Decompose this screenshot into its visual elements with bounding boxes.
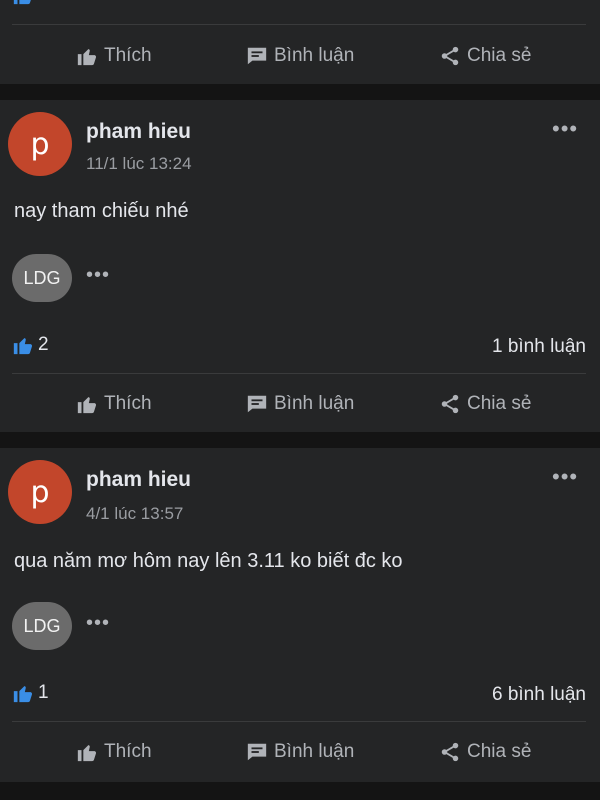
post-card: p pham hieu 11/1 lúc 13:24 ••• nay tham …: [0, 100, 600, 432]
comment-label: Bình luận: [274, 741, 355, 762]
divider: [12, 721, 586, 722]
action-bar: Thích Bình luận Chia sẻ: [0, 36, 600, 76]
like-count: 1: [38, 682, 49, 703]
like-label: Thích: [104, 741, 152, 762]
share-label: Chia sẻ: [467, 45, 532, 66]
avatar[interactable]: p: [8, 112, 72, 176]
avatar[interactable]: p: [8, 460, 72, 524]
post-separator: [0, 432, 600, 448]
share-icon: [441, 46, 459, 66]
like-button[interactable]: Thích: [76, 36, 152, 76]
like-label: Thích: [104, 45, 152, 66]
badge-more-icon[interactable]: •••: [86, 264, 110, 287]
badge-more-icon[interactable]: •••: [86, 612, 110, 635]
post-time[interactable]: 4/1 lúc 13:57: [86, 504, 183, 524]
like-reaction-icon: [13, 686, 33, 703]
speech-bubble-icon: [247, 395, 267, 413]
author-name[interactable]: pham hieu: [86, 120, 191, 144]
more-dots-icon[interactable]: •••: [552, 116, 578, 142]
post-time[interactable]: 11/1 lúc 13:24: [86, 154, 192, 174]
like-count: 2: [38, 0, 49, 6]
author-name[interactable]: pham hieu: [86, 468, 191, 492]
avatar-letter: p: [30, 474, 50, 510]
like-summary[interactable]: 2: [12, 0, 49, 6]
comment-count[interactable]: 1 bình luận: [492, 336, 586, 358]
speech-bubble-icon: [247, 743, 267, 761]
comment-button[interactable]: Bình luận: [246, 384, 354, 424]
share-button[interactable]: Chia sẻ: [439, 732, 531, 772]
like-reaction-icon: [13, 338, 33, 355]
share-button[interactable]: Chia sẻ: [439, 36, 531, 76]
ldg-badge[interactable]: LDG: [12, 254, 72, 302]
thumbs-up-icon: [77, 49, 97, 66]
share-label: Chia sẻ: [467, 741, 532, 762]
comment-button[interactable]: Bình luận: [246, 36, 354, 76]
action-bar: Thích Bình luận Chia sẻ: [0, 732, 600, 772]
like-summary[interactable]: 2: [12, 334, 49, 356]
share-button[interactable]: Chia sẻ: [439, 384, 531, 424]
comment-label: Bình luận: [274, 393, 355, 414]
more-dots-icon[interactable]: •••: [552, 464, 578, 490]
like-summary[interactable]: 1: [12, 682, 49, 704]
like-reaction-icon: [13, 0, 31, 5]
post-card: p pham hieu 4/1 lúc 13:57 ••• qua năm mơ…: [0, 448, 600, 782]
post-card-partial: 2 Thích Bình luận Chia sẻ: [0, 0, 600, 84]
like-button[interactable]: Thích: [76, 732, 152, 772]
comment-button[interactable]: Bình luận: [246, 732, 354, 772]
ldg-badge[interactable]: LDG: [12, 602, 72, 650]
post-content: nay tham chiếu nhé: [14, 200, 189, 222]
thumbs-up-icon: [77, 397, 97, 414]
comment-label: Bình luận: [274, 45, 355, 66]
divider: [12, 24, 586, 25]
like-count: 2: [38, 334, 49, 355]
share-icon: [441, 742, 459, 762]
comment-count[interactable]: 6 bình luận: [492, 684, 586, 706]
thumbs-up-icon: [77, 745, 97, 762]
avatar-letter: p: [30, 126, 50, 162]
post-separator: [0, 782, 600, 800]
post-separator: [0, 84, 600, 100]
post-content: qua năm mơ hôm nay lên 3.11 ko biết đc k…: [14, 550, 403, 572]
share-label: Chia sẻ: [467, 393, 532, 414]
like-label: Thích: [104, 393, 152, 414]
speech-bubble-icon: [247, 47, 267, 65]
like-button[interactable]: Thích: [76, 384, 152, 424]
share-icon: [441, 394, 459, 414]
action-bar: Thích Bình luận Chia sẻ: [0, 384, 600, 424]
divider: [12, 373, 586, 374]
